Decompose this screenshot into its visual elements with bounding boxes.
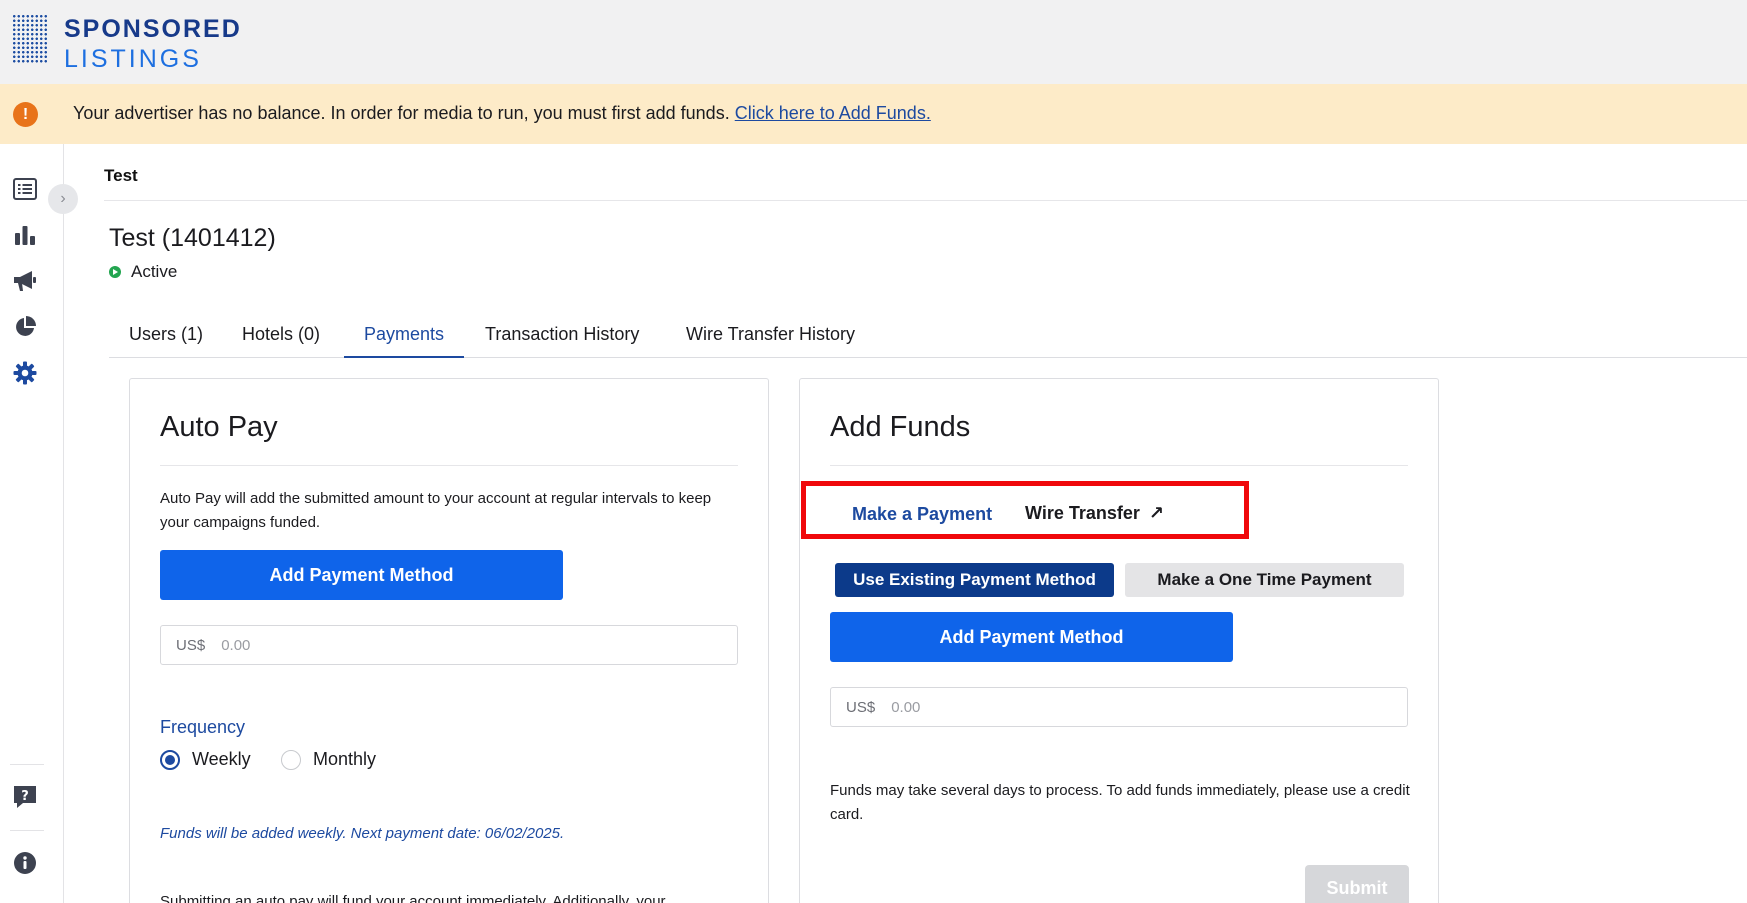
sidebar-divider bbox=[10, 764, 44, 765]
auto-pay-add-payment-method-button[interactable]: Add Payment Method bbox=[160, 550, 563, 600]
add-funds-link[interactable]: Click here to Add Funds. bbox=[735, 103, 931, 123]
megaphone-icon[interactable] bbox=[12, 268, 38, 294]
sidebar-divider bbox=[10, 830, 44, 831]
brand-logo[interactable]: SPONSORED LISTINGS bbox=[12, 14, 242, 74]
alert-message-wrap: Your advertiser has no balance. In order… bbox=[73, 103, 931, 124]
svg-text:?: ? bbox=[21, 789, 29, 804]
sidebar-expand-button[interactable]: › bbox=[48, 184, 78, 214]
add-funds-amount-input[interactable] bbox=[891, 698, 1312, 716]
no-balance-alert: ! Your advertiser has no balance. In ord… bbox=[0, 84, 1747, 144]
tab-hotels[interactable]: Hotels (0) bbox=[242, 324, 320, 345]
frequency-monthly-option[interactable]: Monthly bbox=[281, 749, 376, 770]
page-title: Test (1401412) bbox=[109, 224, 276, 252]
add-funds-amount-field[interactable]: US$ bbox=[830, 687, 1408, 727]
brand-line-2: LISTINGS bbox=[64, 45, 202, 73]
add-funds-card: Add Funds Make a Payment Wire Transfer ↗… bbox=[799, 378, 1439, 903]
pie-chart-icon[interactable] bbox=[12, 314, 38, 340]
funds-processing-note: Funds may take several days to process. … bbox=[830, 782, 1410, 823]
monthly-label: Monthly bbox=[313, 749, 377, 769]
gear-icon[interactable] bbox=[12, 360, 38, 386]
auto-pay-title: Auto Pay bbox=[160, 411, 278, 443]
top-bar: SPONSORED LISTINGS bbox=[0, 0, 1747, 84]
account-tabs: Users (1) Hotels (0) Payments Transactio… bbox=[109, 318, 1747, 358]
bar-chart-icon[interactable] bbox=[12, 222, 38, 248]
frequency-weekly-option[interactable]: Weekly bbox=[160, 749, 251, 770]
submit-button[interactable]: Submit bbox=[1305, 865, 1409, 903]
auto-pay-card: Auto Pay Auto Pay will add the submitted… bbox=[129, 378, 769, 903]
info-icon[interactable] bbox=[12, 850, 38, 876]
tab-wire-transfer-history[interactable]: Wire Transfer History bbox=[686, 324, 855, 345]
sidebar: ? bbox=[0, 144, 64, 903]
make-a-payment-tab[interactable]: Make a Payment bbox=[852, 504, 992, 525]
frequency-label: Frequency bbox=[160, 717, 246, 737]
monthly-radio[interactable] bbox=[281, 749, 301, 770]
wire-transfer-tab[interactable]: Wire Transfer ↗ bbox=[1025, 503, 1164, 524]
breadcrumb[interactable]: Test bbox=[104, 166, 138, 186]
card-divider bbox=[830, 465, 1408, 466]
alert-message: Your advertiser has no balance. In order… bbox=[73, 103, 730, 123]
warning-icon: ! bbox=[13, 102, 38, 127]
status-badge: Active bbox=[109, 262, 177, 282]
tab-payments[interactable]: Payments bbox=[364, 324, 444, 345]
one-time-payment-button[interactable]: Make a One Time Payment bbox=[1125, 563, 1404, 597]
external-link-icon: ↗ bbox=[1148, 503, 1164, 523]
breadcrumb-divider bbox=[104, 200, 1747, 201]
auto-pay-amount-field[interactable]: US$ bbox=[160, 625, 738, 665]
help-icon[interactable]: ? bbox=[12, 784, 38, 810]
currency-prefix: US$ bbox=[846, 698, 876, 716]
payment-type-tabs: Make a Payment Wire Transfer ↗ bbox=[801, 481, 1249, 539]
active-tab-indicator bbox=[344, 356, 464, 358]
use-existing-payment-method-button[interactable]: Use Existing Payment Method bbox=[835, 563, 1114, 597]
weekly-radio[interactable] bbox=[160, 749, 180, 770]
add-funds-title: Add Funds bbox=[830, 411, 971, 443]
weekly-label: Weekly bbox=[192, 749, 251, 769]
brand-line-1: SPONSORED bbox=[64, 15, 242, 43]
auto-pay-disclaimer: Submitting an auto pay will fund your ac… bbox=[160, 893, 666, 903]
active-status-icon bbox=[109, 266, 121, 278]
tab-users[interactable]: Users (1) bbox=[129, 324, 203, 345]
tab-transaction-history[interactable]: Transaction History bbox=[485, 324, 639, 345]
auto-pay-description: Auto Pay will add the submitted amount t… bbox=[160, 490, 712, 531]
card-divider bbox=[160, 465, 738, 466]
currency-prefix: US$ bbox=[176, 636, 206, 654]
status-label: Active bbox=[131, 262, 178, 281]
auto-pay-amount-input[interactable] bbox=[221, 636, 642, 654]
auto-pay-next-payment-note: Funds will be added weekly. Next payment… bbox=[160, 825, 565, 842]
add-funds-add-payment-method-button[interactable]: Add Payment Method bbox=[830, 612, 1233, 662]
wire-transfer-label: Wire Transfer bbox=[1025, 503, 1140, 523]
list-icon[interactable] bbox=[12, 176, 38, 202]
logo-dots-icon bbox=[12, 14, 48, 64]
